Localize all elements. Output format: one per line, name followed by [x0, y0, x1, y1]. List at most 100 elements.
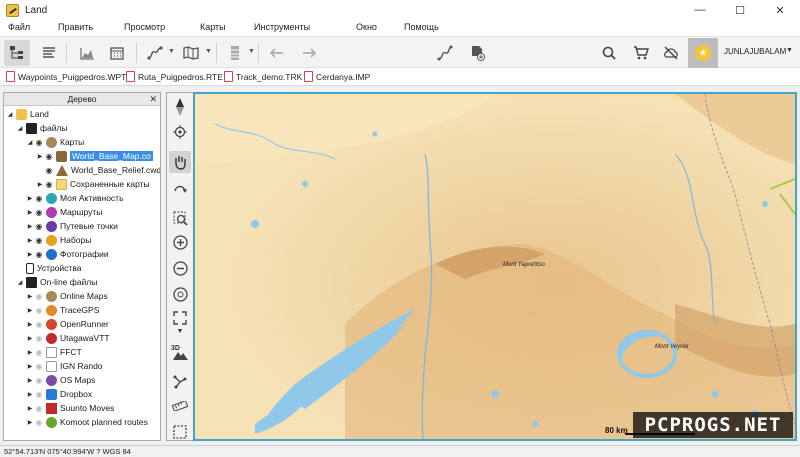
- visibility-eye-icon[interactable]: ◉: [44, 180, 54, 189]
- redo-icon[interactable]: [296, 40, 322, 66]
- visibility-eye-icon[interactable]: ◉: [34, 362, 44, 371]
- expand-arrow-icon[interactable]: ◢: [26, 139, 34, 146]
- menu-file[interactable]: Файл: [8, 22, 30, 32]
- visibility-eye-icon[interactable]: ◉: [34, 320, 44, 329]
- expand-arrow-icon[interactable]: ▶: [26, 419, 34, 426]
- pan-hand-icon[interactable]: [169, 151, 191, 173]
- tree-item-komoot[interactable]: ▶ ◉ Komoot planned routes: [4, 415, 160, 429]
- expand-arrow-icon[interactable]: ▶: [36, 153, 44, 160]
- calendar-icon[interactable]: [104, 40, 130, 66]
- expand-arrow-icon[interactable]: ◢: [16, 279, 24, 286]
- tree-item-utagawavtt[interactable]: ▶ ◉ UtagawaVTT: [4, 331, 160, 345]
- map-view[interactable]: Mont Yaprehtso Mont Veyrier 80 km PCPROG…: [193, 92, 797, 441]
- visibility-eye-icon[interactable]: ◉: [34, 250, 44, 259]
- visibility-eye-icon[interactable]: ◉: [34, 208, 44, 217]
- rotate-icon[interactable]: [169, 177, 191, 199]
- undo-icon[interactable]: [264, 40, 290, 66]
- expand-arrow-icon[interactable]: ▶: [26, 377, 34, 384]
- tree-item-tracegps[interactable]: ▶ ◉ TraceGPS: [4, 303, 160, 317]
- chart-icon[interactable]: [74, 40, 100, 66]
- map-dropdown-icon[interactable]: ▼: [205, 48, 212, 55]
- tree-item-maps[interactable]: ◢ ◉ Карты: [4, 135, 160, 149]
- route-icon[interactable]: [142, 40, 168, 66]
- visibility-eye-icon[interactable]: ◉: [34, 334, 44, 343]
- tree-item-devices[interactable]: Устройства: [4, 261, 160, 275]
- tree-item-sets[interactable]: ▶ ◉ Наборы: [4, 233, 160, 247]
- visibility-eye-icon[interactable]: ◉: [34, 222, 44, 231]
- file-tab[interactable]: Cerdanya.IMP: [304, 71, 370, 82]
- visibility-eye-icon[interactable]: ◉: [34, 306, 44, 315]
- visibility-eye-icon[interactable]: ◉: [34, 194, 44, 203]
- menu-tools[interactable]: Инструменты: [254, 22, 310, 32]
- tree-item-routes[interactable]: ▶ ◉ Маршруты: [4, 205, 160, 219]
- cart-icon[interactable]: [628, 40, 654, 66]
- file-tab[interactable]: Ruta_Puigpedros.RTE: [126, 71, 223, 82]
- menu-maps[interactable]: Карты: [200, 22, 226, 32]
- more-tools-icon[interactable]: ▼: [169, 325, 191, 337]
- menu-help[interactable]: Помощь: [404, 22, 439, 32]
- account-name[interactable]: JUNLAJUBALAM: [724, 47, 786, 56]
- compass-icon[interactable]: [169, 96, 191, 118]
- file-tab[interactable]: Waypoints_Puigpedros.WPT: [6, 71, 126, 82]
- expand-arrow-icon[interactable]: ▶: [26, 363, 34, 370]
- layers-dropdown-icon[interactable]: ▼: [248, 48, 255, 55]
- tree-item-world-base-map[interactable]: ▶ ◉ World_Base_Map.co: [4, 149, 160, 163]
- account-dropdown-icon[interactable]: ▼: [786, 47, 793, 54]
- expand-arrow-icon[interactable]: ▶: [26, 251, 34, 258]
- tree-item-online-maps[interactable]: ▶ ◉ Online Maps: [4, 289, 160, 303]
- visibility-eye-icon[interactable]: ◉: [34, 418, 44, 427]
- zoom-out-icon[interactable]: [169, 257, 191, 279]
- expand-arrow-icon[interactable]: ▶: [26, 293, 34, 300]
- file-tab[interactable]: Track_demo.TRK: [224, 71, 302, 82]
- layers-icon[interactable]: [222, 40, 248, 66]
- expand-arrow-icon[interactable]: ▶: [26, 321, 34, 328]
- minimize-button[interactable]: —: [680, 0, 720, 20]
- visibility-eye-icon[interactable]: ◉: [34, 348, 44, 357]
- list-view-icon[interactable]: [36, 40, 62, 66]
- tree-close-icon[interactable]: ✕: [149, 93, 157, 106]
- visibility-eye-icon[interactable]: ◉: [44, 166, 54, 175]
- menu-window[interactable]: Окно: [356, 22, 377, 32]
- tree-view-icon[interactable]: [4, 40, 30, 66]
- select-area-icon[interactable]: [169, 421, 191, 443]
- tree-item-ffct[interactable]: ▶ ◉ FFCT: [4, 345, 160, 359]
- tree-item-saved-maps[interactable]: ▶ ◉ Сохраненные карты: [4, 177, 160, 191]
- expand-arrow-icon[interactable]: ▶: [26, 223, 34, 230]
- cloud-sync-off-icon[interactable]: [658, 40, 684, 66]
- expand-arrow-icon[interactable]: ◢: [16, 125, 24, 132]
- search-icon[interactable]: [596, 40, 622, 66]
- visibility-eye-icon[interactable]: ◉: [34, 376, 44, 385]
- route-optimize-icon[interactable]: [169, 371, 191, 393]
- visibility-eye-icon[interactable]: ◉: [34, 404, 44, 413]
- route-tool-icon[interactable]: [432, 40, 458, 66]
- expand-arrow-icon[interactable]: ◢: [6, 111, 14, 118]
- zoom-fit-icon[interactable]: [169, 283, 191, 305]
- locate-icon[interactable]: [169, 121, 191, 143]
- tree-item-waypoints[interactable]: ▶ ◉ Путевые точки: [4, 219, 160, 233]
- expand-arrow-icon[interactable]: ▶: [26, 307, 34, 314]
- tree-item-files[interactable]: ◢ файлы: [4, 121, 160, 135]
- visibility-eye-icon[interactable]: ◉: [34, 236, 44, 245]
- tree-item-ign-rando[interactable]: ▶ ◉ IGN Rando: [4, 359, 160, 373]
- tree-item-world-base-relief[interactable]: ◉ World_Base_Relief.cwd: [4, 163, 160, 177]
- expand-arrow-icon[interactable]: ▶: [26, 237, 34, 244]
- add-document-icon[interactable]: [464, 40, 490, 66]
- menu-view[interactable]: Просмотр: [124, 22, 165, 32]
- visibility-eye-icon[interactable]: ◉: [34, 138, 44, 147]
- tree-item-suunto-moves[interactable]: ▶ ◉ Suunto Moves: [4, 401, 160, 415]
- tree-item-photos[interactable]: ▶ ◉ Фотографии: [4, 247, 160, 261]
- visibility-eye-icon[interactable]: ◉: [34, 292, 44, 301]
- expand-arrow-icon[interactable]: ▶: [26, 335, 34, 342]
- tree-item-my-activity[interactable]: ▶ ◉ Моя Активность: [4, 191, 160, 205]
- expand-arrow-icon[interactable]: ▶: [26, 209, 34, 216]
- tree-item-os-maps[interactable]: ▶ ◉ OS Maps: [4, 373, 160, 387]
- route-dropdown-icon[interactable]: ▼: [168, 48, 175, 55]
- close-button[interactable]: ✕: [760, 0, 800, 20]
- map-icon[interactable]: [178, 40, 204, 66]
- visibility-eye-icon[interactable]: ◉: [44, 152, 54, 161]
- avatar[interactable]: ★: [688, 38, 718, 68]
- ruler-icon[interactable]: [169, 395, 191, 417]
- expand-arrow-icon[interactable]: ▶: [26, 349, 34, 356]
- 3d-view-icon[interactable]: 3D: [169, 341, 191, 363]
- map-canvas[interactable]: [195, 94, 795, 439]
